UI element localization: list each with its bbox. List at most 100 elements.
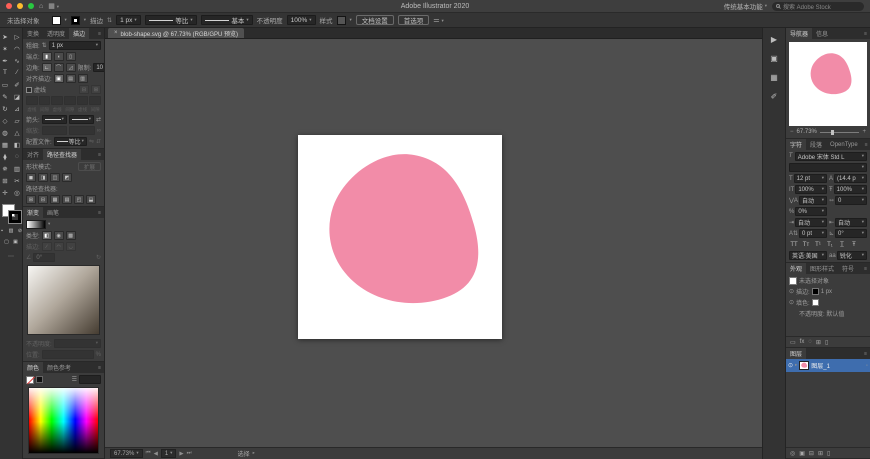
left-group2-tab-0[interactable]: 对齐: [23, 149, 43, 160]
color-mode-icon[interactable]: ▪: [0, 227, 6, 234]
outline-icon[interactable]: ◰: [74, 195, 84, 204]
subscript-icon[interactable]: T₁: [825, 242, 835, 248]
stroke-within-icon[interactable]: ∕: [42, 242, 52, 251]
pen-tool-icon[interactable]: ✒: [0, 55, 10, 66]
gap-field[interactable]: [89, 96, 101, 105]
color-sliders-icon[interactable]: ☰: [72, 376, 77, 383]
document-setup-button[interactable]: 文档设置: [356, 15, 394, 25]
slice-tool-icon[interactable]: ✂: [12, 175, 22, 186]
duplicate-item-icon[interactable]: ⊞: [816, 339, 821, 346]
font-size-field[interactable]: 12 pt▾: [794, 174, 827, 183]
draw-mode-icon[interactable]: ▢: [3, 238, 10, 245]
eraser-tool-icon[interactable]: ◪: [12, 91, 22, 102]
crop-icon[interactable]: ▤: [62, 195, 72, 204]
intersect-icon[interactable]: ◫: [50, 173, 60, 182]
gradient-opacity-field[interactable]: ▾: [54, 339, 101, 348]
panel-menu-icon[interactable]: ≡: [862, 139, 870, 150]
navigator-tab-0[interactable]: 导航器: [786, 28, 812, 39]
freeform-gradient-icon[interactable]: ▩: [66, 231, 76, 240]
panel-menu-icon[interactable]: ≡: [95, 28, 104, 39]
panel-menu-icon[interactable]: ≡: [861, 348, 870, 359]
direct-selection-tool-icon[interactable]: ▷: [12, 31, 22, 42]
gradient-angle-field[interactable]: 0°: [33, 253, 55, 262]
fill-stroke-indicator[interactable]: [2, 204, 21, 223]
baseline-shift-field[interactable]: 0 pt▾: [799, 229, 827, 238]
align-outside-icon[interactable]: ▥: [78, 74, 88, 83]
round-cap-icon[interactable]: ◖: [54, 52, 64, 61]
stroke-along-icon[interactable]: ◠: [54, 242, 64, 251]
width-tool-icon[interactable]: ◇: [0, 115, 10, 126]
eyedropper-tool-icon[interactable]: ⧫: [0, 151, 10, 162]
layer-target-icon[interactable]: ◦: [866, 363, 868, 369]
character-tab-0[interactable]: 字符: [786, 139, 806, 150]
make-clipping-mask-icon[interactable]: ▣: [799, 450, 805, 457]
left-group3-tab-0[interactable]: 渐变: [23, 207, 43, 218]
appearance-tab-0[interactable]: 外观: [786, 263, 806, 274]
edit-toolbar-icon[interactable]: ⋯: [8, 253, 14, 260]
last-artboard-icon[interactable]: ⏭: [187, 450, 192, 457]
profile-dropdown[interactable]: 等比▾: [54, 137, 87, 146]
swatches-panel-icon[interactable]: ▦: [767, 71, 781, 83]
properties-panel-icon[interactable]: ▶: [767, 33, 781, 45]
left-group1-tab-1[interactable]: 透明度: [43, 28, 69, 39]
appearance-tab-2[interactable]: 符号: [838, 263, 858, 274]
all-caps-icon[interactable]: TT: [789, 242, 799, 248]
left-group1-tab-0[interactable]: 变换: [23, 28, 43, 39]
scale-tool-icon[interactable]: ⊿: [12, 103, 22, 114]
left-group4-tab-1[interactable]: 颜色参考: [43, 362, 75, 373]
first-artboard-icon[interactable]: ⏮: [146, 450, 151, 457]
next-artboard-icon[interactable]: ▶: [179, 451, 183, 457]
close-window-button[interactable]: [6, 3, 12, 9]
stroke-color-swatch[interactable]: [71, 16, 80, 25]
dash-field[interactable]: [51, 96, 63, 105]
character-tab-2[interactable]: OpenType: [826, 139, 862, 150]
add-new-effect-icon[interactable]: fx: [800, 339, 805, 345]
hand-tool-icon[interactable]: ✛: [0, 187, 10, 198]
gradient-mode-icon[interactable]: ▨: [8, 227, 15, 234]
layer-name[interactable]: 图层_1: [811, 361, 830, 370]
layers-tab[interactable]: 图层: [786, 348, 806, 359]
symbol-sprayer-tool-icon[interactable]: ✵: [0, 163, 10, 174]
perspective-grid-tool-icon[interactable]: △: [12, 127, 22, 138]
tsume-left-field[interactable]: 自动▾: [795, 218, 827, 227]
vertical-scale-field[interactable]: 100%▾: [795, 185, 827, 194]
brushes-panel-icon[interactable]: ✐: [767, 90, 781, 102]
gradient-preview[interactable]: [27, 265, 100, 335]
zoom-window-button[interactable]: [28, 3, 34, 9]
weight-field[interactable]: 1 px▾: [49, 41, 101, 50]
style-chevron-icon[interactable]: ▾: [350, 18, 352, 23]
appearance-opacity-row[interactable]: 不透明度: 默认值: [799, 309, 844, 318]
new-layer-icon[interactable]: ⊞: [818, 450, 823, 457]
clear-appearance-icon[interactable]: ◌: [808, 339, 812, 345]
panel-menu-icon[interactable]: ≡: [861, 28, 870, 39]
dash-field[interactable]: [77, 96, 89, 105]
delete-layer-icon[interactable]: ▯: [827, 450, 830, 457]
flip-along-icon[interactable]: ⇋: [89, 138, 94, 145]
strikethrough-icon[interactable]: Ŧ: [849, 242, 859, 248]
zoom-in-icon[interactable]: +: [862, 129, 866, 135]
scale-start-field[interactable]: [42, 126, 68, 135]
rotate-tool-icon[interactable]: ↻: [0, 103, 10, 114]
artboard-tool-icon[interactable]: ⊞: [0, 175, 10, 186]
tracking-field[interactable]: 0▾: [835, 196, 867, 205]
dash-field[interactable]: [26, 96, 38, 105]
shape-builder-tool-icon[interactable]: ◍: [0, 127, 10, 138]
app-grid-icon[interactable]: ▦ ▾: [48, 3, 59, 10]
gradient-location-field[interactable]: [42, 350, 94, 359]
brush-definition-dropdown[interactable]: 基本▾: [201, 15, 253, 25]
panel-menu-icon[interactable]: ≡: [95, 362, 104, 373]
gradient-thumbnail[interactable]: [26, 220, 46, 229]
stroke-weight-field[interactable]: 1 px▾: [116, 15, 141, 25]
home-icon[interactable]: ⌂: [39, 3, 43, 10]
antialias-dropdown[interactable]: 锐化▾: [837, 251, 867, 260]
width-profile-dropdown[interactable]: 等比▾: [145, 15, 197, 25]
bevel-join-icon[interactable]: ◿: [66, 63, 76, 72]
scale-end-field[interactable]: [69, 126, 95, 135]
add-new-stroke-icon[interactable]: ▭: [790, 339, 796, 346]
appearance-stroke-swatch[interactable]: [812, 288, 819, 295]
trim-icon[interactable]: ⊟: [38, 195, 48, 204]
left-group1-tab-2[interactable]: 描边: [69, 28, 89, 39]
align-center-icon[interactable]: ▣: [54, 74, 64, 83]
appearance-tab-1[interactable]: 图形样式: [806, 263, 838, 274]
column-graph-tool-icon[interactable]: ▥: [12, 163, 22, 174]
